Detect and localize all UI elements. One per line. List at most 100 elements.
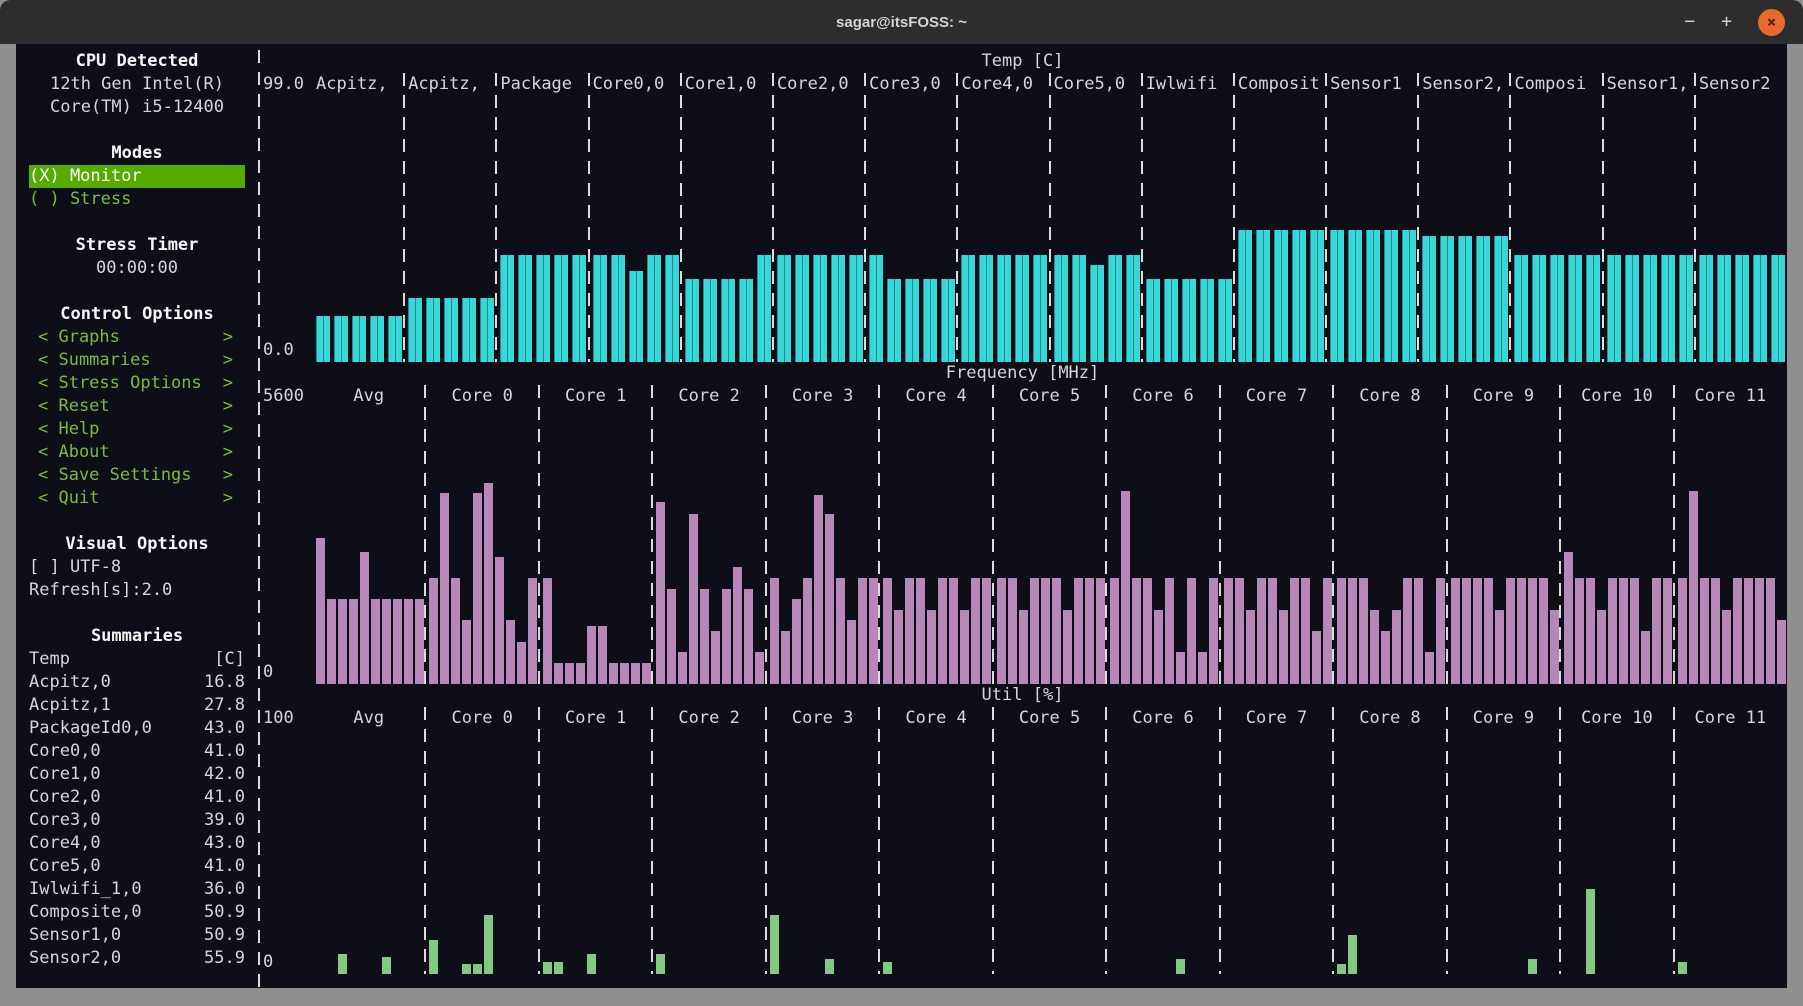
chart-bar [685, 279, 699, 362]
charts-area: Temp [C] 99.0 0.0 Acpitz,Acpitz,PackageC… [258, 50, 1787, 988]
chart-column: Core 6 [1106, 385, 1219, 684]
chart-column-label: Core 2 [652, 707, 765, 730]
chart-bar [781, 631, 790, 684]
stress-timer-heading: Stress Timer [29, 234, 245, 257]
chart-column: Core 2 [652, 385, 765, 684]
chart-bar [1143, 578, 1152, 684]
y-min-label: 0 [263, 661, 312, 684]
chart-column: Core 2 [652, 707, 765, 974]
chart-bar [869, 255, 883, 362]
option-summaries[interactable]: < Summaries > [29, 349, 245, 372]
chart-bar [883, 578, 892, 684]
chart-bar [916, 578, 925, 684]
close-button[interactable]: × [1758, 9, 1785, 36]
chart-bar [1643, 255, 1657, 362]
chart-bar [593, 255, 607, 362]
option-quit[interactable]: < Quit > [29, 487, 245, 510]
chart-bar [587, 954, 596, 974]
chart-bar [1366, 230, 1380, 362]
chart-bar [1176, 652, 1185, 684]
chart-bar [825, 959, 834, 974]
chart-bar [440, 493, 449, 684]
chart-bar [388, 316, 402, 362]
chart-bars [589, 96, 681, 362]
chart-bar [1359, 578, 1368, 684]
summary-label: Composite,0 [29, 901, 142, 924]
chart-bar [1711, 578, 1720, 684]
chart-bar [506, 620, 515, 684]
chart-bar [938, 578, 947, 684]
chart-bar [1110, 578, 1119, 684]
option-about[interactable]: < About > [29, 441, 245, 464]
summary-row: Core1,0 42.0 [29, 763, 245, 786]
chart-column-label: Core 8 [1333, 707, 1446, 730]
chart-column: Core 9 [1447, 707, 1560, 974]
chart-bars [1234, 96, 1326, 362]
chart-bar [1063, 610, 1072, 684]
chart-column: Core2,0 [773, 73, 865, 362]
chart-bar [1462, 578, 1471, 684]
chart-bar [733, 567, 742, 684]
chart-column: Core 5 [993, 707, 1106, 974]
summary-value: 55.9 [204, 947, 245, 970]
chart-column: Core 6 [1106, 707, 1219, 974]
chart-bar [1661, 255, 1675, 362]
chart-column-label: Core5,0 [1050, 73, 1142, 96]
chart-bars [879, 408, 992, 684]
option-stress-options[interactable]: < Stress Options > [29, 372, 245, 395]
summary-label: Sensor2,0 [29, 947, 121, 970]
summary-row: Iwlwifi_1,0 36.0 [29, 878, 245, 901]
chart-bar [1436, 578, 1445, 684]
chart-bar [1072, 255, 1086, 362]
chart-bar [887, 279, 901, 362]
chart-bar [1154, 610, 1163, 684]
chart-column-label: Composi [1510, 73, 1602, 96]
chart-bars [1510, 96, 1602, 362]
option-label: < Summaries [38, 349, 151, 372]
chart-bar [1235, 578, 1244, 684]
chart-column-label: Core 1 [539, 707, 652, 730]
chart-bar [1722, 610, 1731, 684]
chart-bar [1539, 578, 1548, 684]
chart-bar [1652, 578, 1661, 684]
option-graphs[interactable]: < Graphs > [29, 326, 245, 349]
chart-column: Core4,0 [957, 73, 1049, 362]
chart-bar [700, 589, 709, 684]
mode-option-monitor[interactable]: (X) Monitor [29, 165, 245, 188]
option-label: < Save Settings [38, 464, 192, 487]
refresh-field[interactable]: Refresh[s]:2.0 [29, 579, 245, 602]
chart-bar [565, 663, 574, 684]
chart-column-label: Avg [312, 385, 425, 408]
chart-bar [1176, 959, 1185, 974]
option-save-settings[interactable]: < Save Settings > [29, 464, 245, 487]
chart-column-label: Core 2 [652, 385, 765, 408]
chart-column: Composit [1234, 73, 1326, 362]
summary-label: Acpitz,0 [29, 671, 111, 694]
chart-bar [480, 298, 494, 362]
chart-bar [858, 578, 867, 684]
chart-bar [1414, 578, 1423, 684]
maximize-button[interactable]: + [1721, 13, 1732, 31]
chart-column-label: Sensor1 [1326, 73, 1418, 96]
option-help[interactable]: < Help > [29, 418, 245, 441]
chart-bar [1597, 610, 1606, 684]
chart-bar [338, 954, 347, 974]
chart-bar [1019, 610, 1028, 684]
option-arrow: > [223, 349, 233, 372]
minimize-button[interactable]: − [1684, 13, 1695, 31]
utf8-checkbox[interactable]: [ ] UTF-8 [29, 556, 245, 579]
chart-bar [404, 599, 413, 684]
chart-column-label: Acpitz, [404, 73, 496, 96]
chart-title: Frequency [MHz] [258, 362, 1787, 385]
chart-bar [1200, 279, 1214, 362]
option-reset[interactable]: < Reset > [29, 395, 245, 418]
chart-bars [1695, 96, 1787, 362]
chart-bar [1312, 631, 1321, 684]
chart-bar [371, 599, 380, 684]
option-label: < About [38, 441, 110, 464]
chart-bar [1514, 255, 1528, 362]
chart-bar [1348, 230, 1362, 362]
terminal-window: sagar@itsFOSS: ~ − + × CPU Detected 12th… [0, 0, 1803, 1006]
mode-option-stress[interactable]: ( ) Stress [29, 188, 245, 211]
chart-column: Package [496, 73, 588, 362]
